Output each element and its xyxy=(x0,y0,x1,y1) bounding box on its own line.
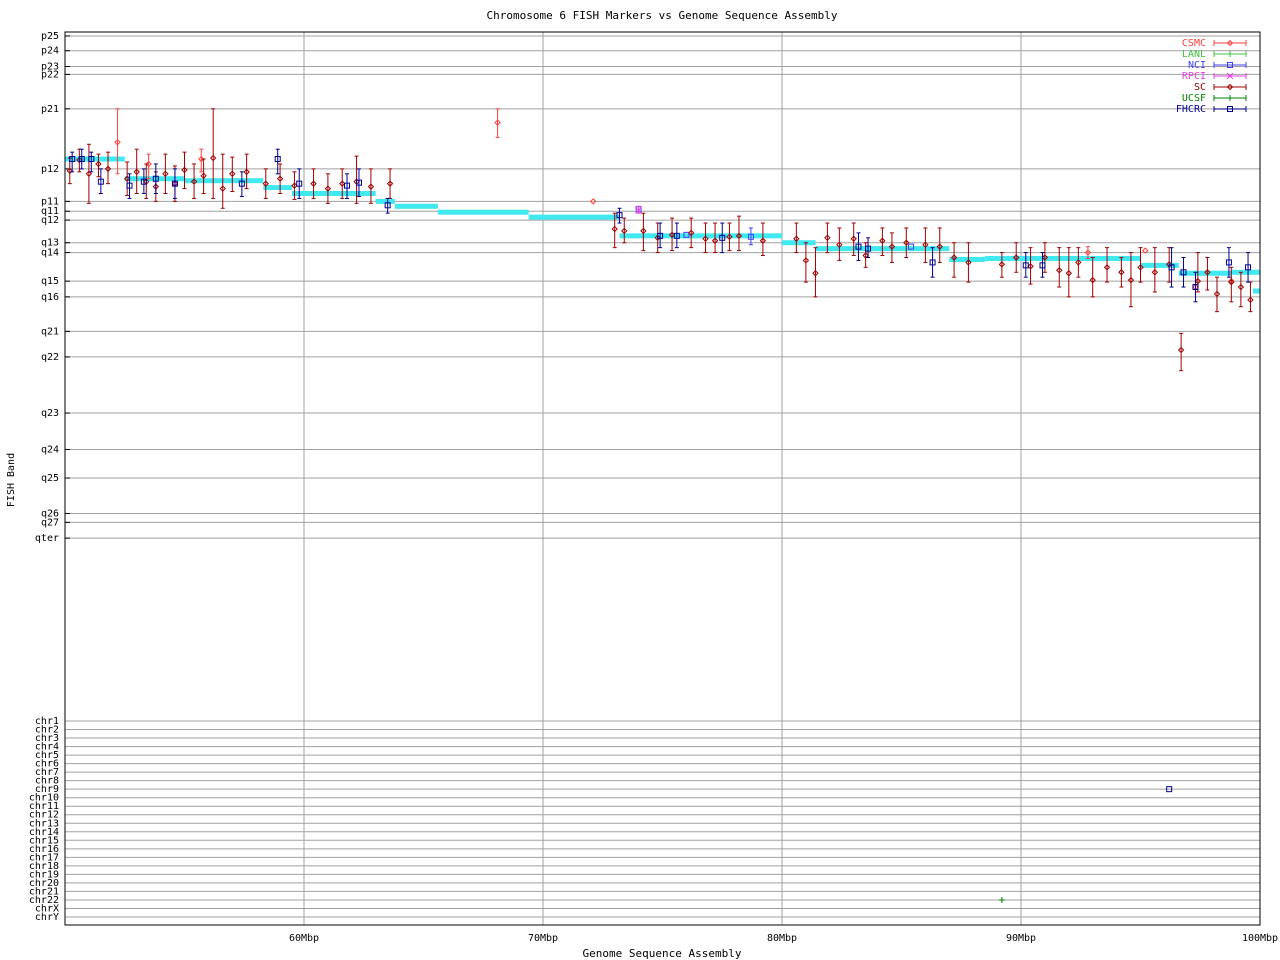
band-tick-label: p21 xyxy=(41,104,59,115)
assembly-segment xyxy=(292,190,328,196)
assembly-segment xyxy=(782,240,816,246)
x-tick-label: 70Mbp xyxy=(528,933,558,944)
legend-label: CSMC xyxy=(1182,38,1206,49)
legend-label: UCSF xyxy=(1182,93,1206,104)
band-tick-label: p25 xyxy=(41,31,59,42)
band-tick-label: q16 xyxy=(41,292,59,303)
assembly-segment xyxy=(263,185,293,191)
band-tick-label: q24 xyxy=(41,444,59,455)
y-axis-label: FISH Band xyxy=(6,453,17,507)
band-tick-label: q22 xyxy=(41,352,59,363)
chart-title: Chromosome 6 FISH Markers vs Genome Sequ… xyxy=(487,9,838,22)
x-tick-label: 100Mbp xyxy=(1242,933,1278,944)
assembly-segment xyxy=(985,255,1141,261)
x-tick-label: 60Mbp xyxy=(289,933,319,944)
assembly-segment xyxy=(1231,269,1260,275)
assembly-segment xyxy=(1140,262,1179,268)
band-tick-label: q25 xyxy=(41,473,59,484)
legend-label: RPCI xyxy=(1182,71,1206,82)
band-tick-label: q15 xyxy=(41,276,59,287)
assembly-segment xyxy=(394,203,438,209)
x-axis-label: Genome Sequence Assembly xyxy=(583,947,742,960)
legend-label: LANL xyxy=(1182,49,1206,60)
band-tick-label: p24 xyxy=(41,46,59,57)
band-tick-label: q21 xyxy=(41,326,59,337)
band-tick-label: q12 xyxy=(41,215,59,226)
assembly-segment xyxy=(65,156,125,162)
band-tick-label: q27 xyxy=(41,517,59,528)
assembly-segment xyxy=(1252,288,1260,294)
chromosome-tick-label: chrY xyxy=(35,912,59,923)
assembly-segment xyxy=(124,176,185,182)
assembly-segment xyxy=(327,190,376,196)
assembly-segment xyxy=(437,209,529,215)
legend-label: NCI xyxy=(1188,60,1206,71)
band-tick-label: q14 xyxy=(41,248,59,259)
legend-label: SC xyxy=(1194,82,1206,93)
assembly-segment xyxy=(528,214,620,220)
x-tick-label: 90Mbp xyxy=(1006,933,1036,944)
x-tick-label: 80Mbp xyxy=(767,933,797,944)
band-tick-label: qter xyxy=(35,533,59,544)
band-tick-label: p12 xyxy=(41,164,59,175)
fish-marker-chart: Chromosome 6 FISH Markers vs Genome Sequ… xyxy=(0,0,1280,960)
band-tick-label: q23 xyxy=(41,408,59,419)
legend-label: FHCRC xyxy=(1176,104,1206,115)
band-tick-label: p22 xyxy=(41,69,59,80)
